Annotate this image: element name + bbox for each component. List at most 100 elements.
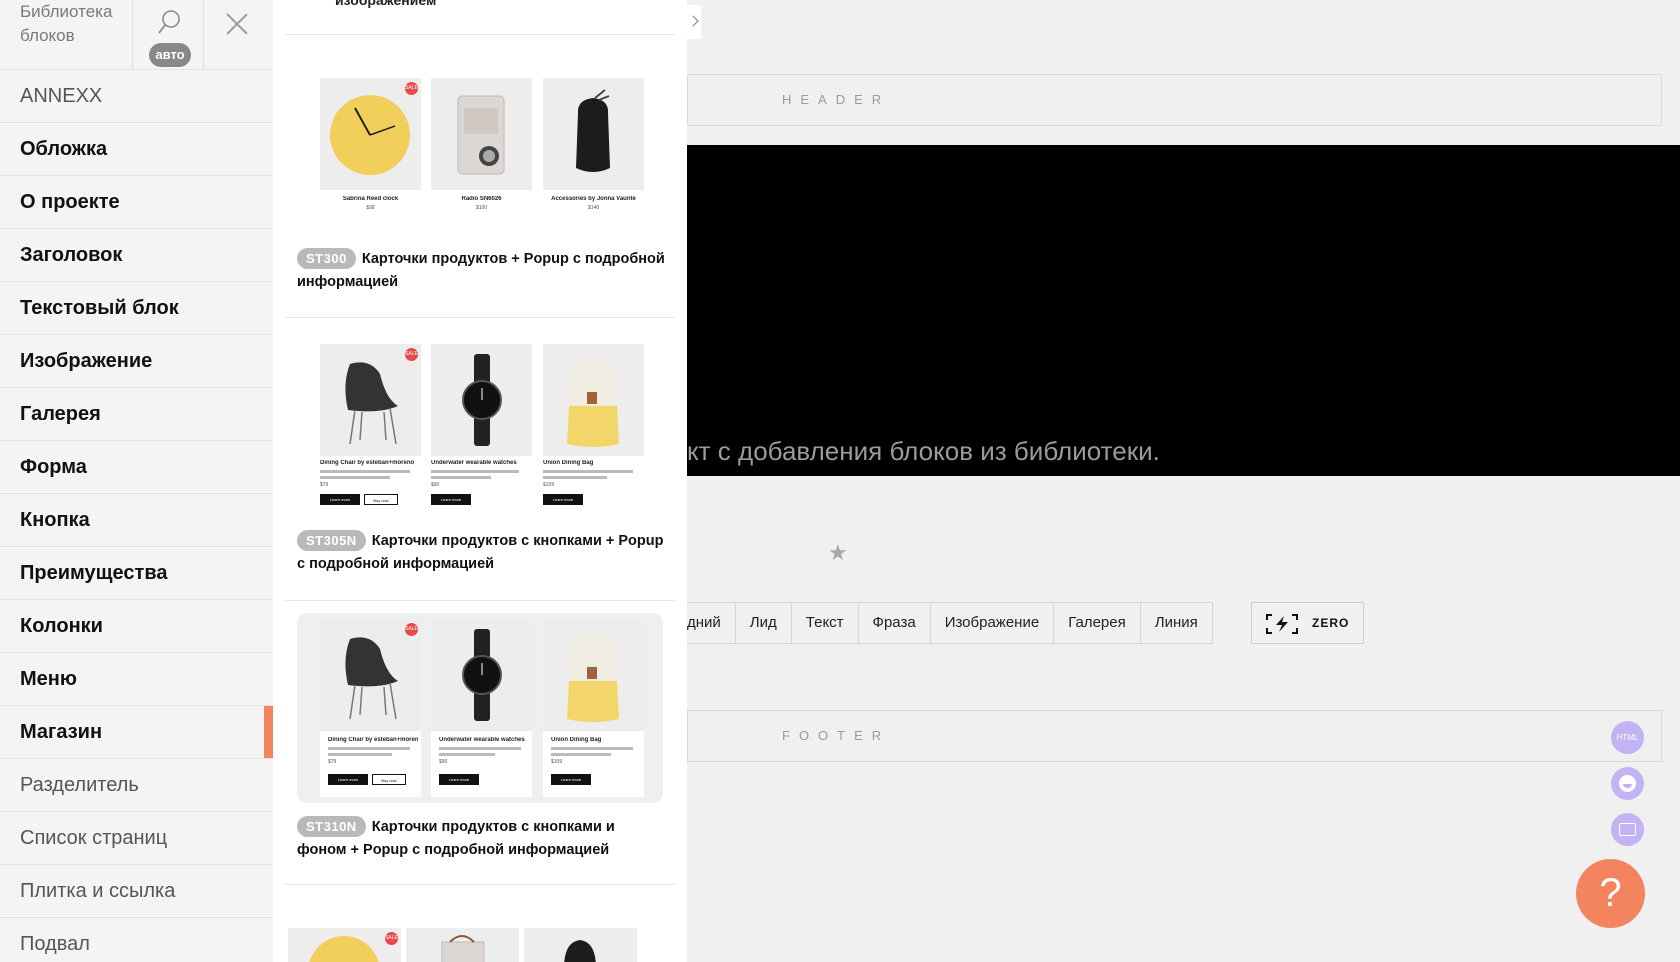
- quick-add-button[interactable]: Галерея: [1053, 603, 1140, 643]
- sale-badge: SALE: [385, 932, 398, 945]
- learn-more-button: Learn more: [320, 494, 360, 505]
- zero-block-button[interactable]: ZERO: [1251, 602, 1364, 644]
- description-line: [328, 747, 410, 750]
- sidebar-item[interactable]: Колонки: [0, 600, 273, 653]
- bag-image: [543, 344, 644, 456]
- product-name: Radio SN6026: [461, 196, 502, 202]
- bag-image: [543, 619, 644, 731]
- radio-icon: [457, 95, 505, 175]
- buy-now-button: Buy now: [364, 494, 398, 505]
- quick-add-button[interactable]: Изображение: [929, 603, 1054, 643]
- assistant-button[interactable]: [1611, 767, 1644, 800]
- divider: [285, 317, 675, 318]
- learn-more-button: Learn more: [431, 494, 471, 505]
- sidebar-header: Библиотека блоков авто: [0, 0, 273, 70]
- quick-add-button[interactable]: Текст: [790, 603, 858, 643]
- sidebar-item[interactable]: Плитка и ссылка: [0, 865, 273, 918]
- sale-badge: SALE: [405, 348, 418, 361]
- html-button[interactable]: HTML: [1611, 721, 1644, 754]
- sidebar-item[interactable]: Преимущества: [0, 547, 273, 600]
- card-caption: ST305N Карточки продуктов с кнопками + Po…: [297, 530, 667, 576]
- sidebar-item[interactable]: Текстовый блок: [0, 282, 273, 335]
- footer-placeholder[interactable]: FOOTER: [687, 710, 1662, 762]
- radio-icon: [441, 935, 485, 962]
- quick-add-button[interactable]: Лид: [734, 603, 791, 643]
- product-thumb: Underwater wearable watches $90 Learn mo…: [431, 619, 532, 797]
- quick-add-button[interactable]: Линия: [1139, 603, 1212, 643]
- divider: [285, 884, 675, 885]
- header-label: HEADER: [782, 92, 891, 107]
- collapse-panel-button[interactable]: [687, 5, 701, 39]
- sidebar-item[interactable]: Разделитель: [0, 759, 273, 812]
- product-name: Dining Chair by esteban+moreno: [320, 460, 415, 466]
- block-card-st300[interactable]: SALE Sabrina Reed clock $98 Radio SN6026…: [285, 60, 675, 300]
- radio-image: [406, 928, 519, 962]
- card-caption: ST300 Карточки продуктов + Popup с подроб…: [297, 248, 667, 294]
- divider: [285, 34, 675, 35]
- chair-icon: [345, 362, 398, 445]
- sidebar-item[interactable]: Обложка: [0, 123, 273, 176]
- description-line: [439, 753, 495, 756]
- block-card-next[interactable]: SALE: [285, 928, 675, 962]
- help-button[interactable]: ?: [1576, 859, 1645, 928]
- bag-icon: [567, 359, 619, 447]
- block-code-badge: ST305N: [297, 530, 366, 551]
- description-line: [551, 753, 611, 756]
- sidebar-item[interactable]: Изображение: [0, 335, 273, 388]
- cover-text: кт с добавления блоков из библиотеки.: [687, 436, 1160, 466]
- learn-more-button: Learn more: [328, 774, 368, 785]
- product-price: $98: [366, 205, 375, 211]
- cover-block[interactable]: кт с добавления блоков из библиотеки.: [687, 145, 1680, 476]
- sidebar-item[interactable]: Кнопка: [0, 494, 273, 547]
- bag-icon: [567, 634, 619, 722]
- product-name: Accessories by Jonna Vaunte: [551, 196, 636, 202]
- block-code-badge: ST300: [297, 248, 356, 269]
- sidebar-item[interactable]: О проекте: [0, 176, 273, 229]
- sidebar-item[interactable]: Магазин: [0, 706, 273, 759]
- header-placeholder[interactable]: HEADER: [687, 74, 1662, 126]
- block-preview-panel: изображением SALE Sabrina Reed clock $98: [273, 0, 687, 962]
- description-line: [543, 470, 633, 473]
- close-icon[interactable]: [222, 8, 252, 38]
- product-name: Sabrina Reed clock: [342, 196, 399, 202]
- radio-image: [431, 78, 532, 190]
- card-caption: ST310N Карточки продуктов с кнопками и фо…: [297, 816, 667, 862]
- search-button[interactable]: авто: [132, 0, 204, 70]
- star-icon[interactable]: ★: [828, 540, 848, 566]
- zero-block-icon: [1266, 614, 1298, 634]
- divider: [285, 600, 675, 601]
- product-price: $100: [475, 205, 488, 211]
- block-code-badge: ST310N: [297, 816, 366, 837]
- footer-label: FOOTER: [782, 728, 891, 743]
- sidebar-item[interactable]: Форма: [0, 441, 273, 494]
- description-line: [320, 470, 410, 473]
- layout-icon: [1619, 823, 1636, 836]
- product-thumb: Union Dining Bag $109 Learn more: [543, 619, 644, 797]
- sidebar-item[interactable]: Меню: [0, 653, 273, 706]
- layout-button[interactable]: [1611, 813, 1644, 846]
- sidebar-item[interactable]: Подвал: [0, 918, 273, 962]
- quick-add-button[interactable]: дний: [687, 603, 735, 643]
- sidebar-item[interactable]: ANNEXX: [0, 70, 273, 123]
- description-line: [320, 476, 390, 479]
- product-name: Underwater wearable watches: [431, 460, 517, 466]
- sidebar-item[interactable]: Список страниц: [0, 812, 273, 865]
- quick-add-button[interactable]: Фраза: [857, 603, 930, 643]
- chair-image: SALE: [320, 344, 421, 456]
- sale-badge: SALE: [405, 82, 418, 95]
- search-icon: [158, 10, 180, 34]
- card-preview: SALE Sabrina Reed clock $98 Radio SN6026…: [297, 60, 663, 220]
- html-label: HTML: [1616, 733, 1639, 742]
- clock-icon: [330, 95, 410, 175]
- clock-image: SALE: [288, 928, 401, 962]
- sidebar-item[interactable]: Галерея: [0, 388, 273, 441]
- sidebar-item[interactable]: Заголовок: [0, 229, 273, 282]
- block-card-st310n[interactable]: SALE Dining Chair by esteban+moreno $79 …: [285, 613, 675, 863]
- vase-icon: [576, 89, 610, 172]
- watch-image: [431, 344, 532, 456]
- buy-now-button: Buy now: [372, 774, 406, 785]
- product-name: Union Dining Bag: [551, 737, 602, 743]
- learn-more-button: Learn more: [551, 774, 591, 785]
- block-card-st305n[interactable]: SALE Dining Chair by esteban+moreno $79 …: [285, 330, 675, 580]
- watch-icon: [462, 354, 502, 446]
